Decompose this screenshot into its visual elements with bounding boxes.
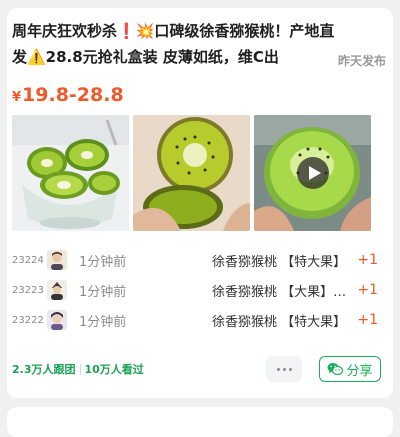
order-qty: +1 <box>357 252 378 268</box>
next-post-card[interactable] <box>7 407 393 437</box>
order-row: 23222 1分钟前 徐香猕猴桃 【特大果】 +1 <box>12 305 378 335</box>
order-id: 23224 <box>12 254 44 266</box>
order-time: 1分钟前 <box>79 284 127 300</box>
post-title[interactable]: 周年庆狂欢秒杀❗💥口碑级徐香猕猴桃！产地直 发⚠️28.8元抢礼盒装 皮薄如纸，… <box>12 18 374 70</box>
share-label: 分享 <box>346 363 373 379</box>
post-title-line-1: 周年庆狂欢秒杀❗💥口碑级徐香猕猴桃！产地直 <box>12 22 335 40</box>
price-range: ¥19.8-28.8 <box>12 82 124 111</box>
order-qty: +1 <box>357 312 378 328</box>
currency-symbol: ¥ <box>12 90 22 105</box>
photo-strip <box>12 115 373 231</box>
avatar <box>47 280 67 300</box>
kiwi-cup-photo[interactable] <box>12 115 129 231</box>
share-button[interactable]: 分享 <box>319 356 381 382</box>
avatar <box>47 310 67 330</box>
price-value: 19.8-28.8 <box>22 84 124 106</box>
order-item: 徐香猕猴桃 【特大果】 <box>212 314 347 330</box>
play-icon[interactable] <box>297 157 329 189</box>
publish-time: 昨天发布 <box>321 52 386 69</box>
more-button[interactable] <box>266 356 302 382</box>
order-row: 23224 1分钟前 徐香猕猴桃 【特大果】 +1 <box>12 245 378 275</box>
order-item: 徐香猕猴桃 【特大果】 <box>212 254 347 270</box>
order-time: 1分钟前 <box>79 314 127 330</box>
recent-orders: 23224 1分钟前 徐香猕猴桃 【特大果】 +1 23223 1分钟前 徐香猕… <box>12 245 378 335</box>
order-id: 23222 <box>12 314 44 326</box>
kiwi-video-thumb[interactable] <box>254 115 371 231</box>
order-time: 1分钟前 <box>79 254 127 270</box>
viewers-count: 10万人看过 <box>84 363 144 376</box>
order-id: 23223 <box>12 284 44 296</box>
order-item: 徐香猕猴桃 【大果】5斤 <box>212 284 352 300</box>
more-dots-icon <box>276 367 280 371</box>
followers-count: 2.3万人跟团 <box>12 363 76 376</box>
post-title-line-2: 发⚠️28.8元抢礼盒装 皮薄如纸，维C出 <box>12 48 279 66</box>
group-stats: 2.3万人跟团 10万人看过 <box>12 361 144 377</box>
kiwi-halves-photo[interactable] <box>133 115 250 231</box>
wechat-icon <box>327 363 344 376</box>
order-row: 23223 1分钟前 徐香猕猴桃 【大果】5斤 +1 <box>12 275 378 305</box>
avatar <box>47 250 67 270</box>
order-qty: +1 <box>357 282 378 298</box>
stats-divider <box>79 363 81 375</box>
